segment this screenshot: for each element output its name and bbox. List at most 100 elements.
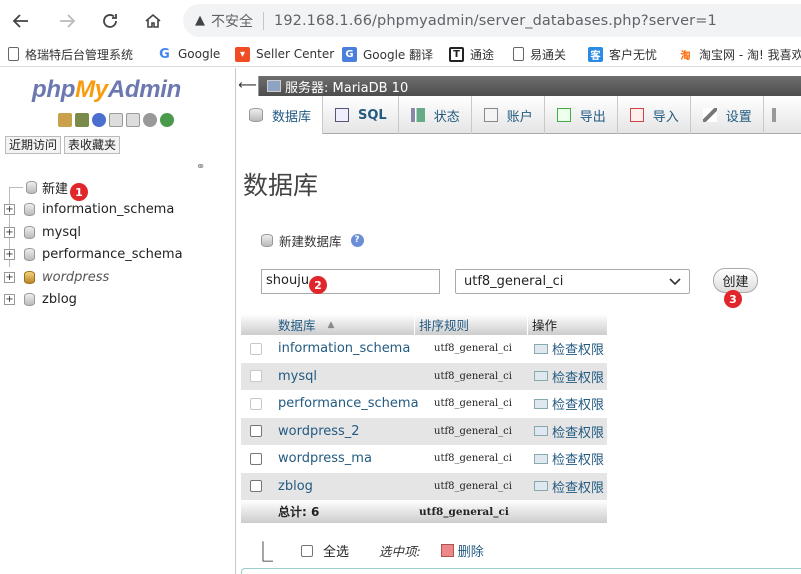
- tab-status[interactable]: 状态: [399, 96, 472, 134]
- tree-item-information-schema[interactable]: + information_schema: [0, 199, 236, 222]
- copy-icon[interactable]: [126, 113, 140, 127]
- recent-tab[interactable]: 近期访问: [5, 136, 62, 154]
- bookmark-label: 淘宝网 - 淘! 我喜欢: [699, 47, 801, 62]
- home-icon: [145, 13, 161, 28]
- database-name-input[interactable]: shouju: [261, 269, 440, 294]
- gear-icon[interactable]: [143, 113, 157, 127]
- back-button[interactable]: [8, 8, 34, 34]
- address-divider: [263, 11, 264, 30]
- address-bar[interactable]: ▲ 不安全 192.168.1.66/phpmyadmin/server_dat…: [183, 4, 801, 37]
- refresh-icon[interactable]: [160, 113, 174, 127]
- database-icon: [24, 293, 35, 307]
- reload-icon: [103, 14, 117, 28]
- help-icon[interactable]: [92, 113, 106, 127]
- page-title: 数据库: [243, 171, 319, 200]
- server-label[interactable]: 服务器: MariaDB 10: [285, 77, 408, 96]
- database-link[interactable]: mysql: [271, 369, 415, 384]
- total-count: 总计: 6: [278, 505, 320, 519]
- exit-icon[interactable]: [75, 113, 89, 127]
- expand-plus-icon[interactable]: +: [4, 204, 15, 216]
- row-checkbox[interactable]: [250, 425, 262, 438]
- database-icon: [249, 108, 263, 122]
- tree-item-mysql[interactable]: + mysql: [0, 221, 236, 244]
- check-privileges-link[interactable]: 检查权限: [528, 477, 607, 496]
- bookmark-item[interactable]: G Google: [157, 45, 220, 63]
- expand-plus-icon[interactable]: +: [4, 294, 15, 306]
- row-checkbox[interactable]: [250, 480, 262, 493]
- sql-icon: [335, 108, 350, 122]
- nav-quick-tabs: 近期访问 表收藏夹: [5, 136, 121, 154]
- select-all-label[interactable]: 全选: [323, 541, 349, 560]
- tab-settings[interactable]: 设置: [691, 96, 764, 134]
- bookmark-label: 易通关: [530, 47, 567, 62]
- table-row: wordpress_ma utf8_general_ci 检查权限: [241, 445, 607, 473]
- table-row: wordpress_2 utf8_general_ci 检查权限: [241, 417, 607, 445]
- check-privileges-link[interactable]: 检查权限: [528, 449, 607, 468]
- database-link[interactable]: wordpress_ma: [271, 451, 415, 466]
- database-link[interactable]: zblog: [271, 479, 415, 494]
- bookmark-item[interactable]: T 通途: [449, 45, 494, 63]
- create-button[interactable]: 创建: [713, 268, 758, 293]
- check-privileges-link[interactable]: 检查权限: [528, 367, 607, 386]
- check-privileges-link[interactable]: 检查权限: [528, 422, 607, 441]
- bookmark-item[interactable]: 易通关: [513, 45, 566, 63]
- home-icon[interactable]: [58, 113, 72, 127]
- row-checkbox: [250, 370, 262, 383]
- collapse-arrow-icon[interactable]: ⟵: [237, 76, 259, 96]
- tab-sql[interactable]: SQL: [323, 96, 399, 134]
- delete-button[interactable]: 删除: [440, 541, 484, 560]
- header-collation[interactable]: 排序规则: [415, 314, 528, 335]
- help-icon[interactable]: ?: [350, 234, 364, 247]
- tab-import[interactable]: 导入: [618, 96, 691, 134]
- server-icon: [267, 80, 281, 92]
- top-menu-tabs: 数据库 SQL 状态 账户 导出 导入 设置: [237, 96, 801, 134]
- bookmark-item[interactable]: G Google 翻译: [342, 45, 433, 63]
- header-database[interactable]: 数据库 ▲: [271, 314, 415, 335]
- bookmark-item[interactable]: 客 客户无忧: [588, 45, 657, 63]
- row-checkbox[interactable]: [250, 452, 262, 465]
- expand-plus-icon[interactable]: +: [4, 271, 15, 283]
- tab-export[interactable]: 导出: [545, 96, 618, 134]
- table-row: performance_schema utf8_general_ci 检查权限: [241, 390, 607, 418]
- database-link[interactable]: wordpress_2: [271, 424, 415, 439]
- bookmark-item[interactable]: 格瑞特后台管理系统: [8, 45, 133, 63]
- import-icon: [629, 108, 644, 122]
- privileges-icon: [534, 453, 548, 464]
- expand-plus-icon[interactable]: +: [4, 226, 15, 238]
- tree-label: mysql: [42, 224, 81, 240]
- database-link[interactable]: performance_schema: [271, 396, 419, 411]
- security-label: 不安全: [211, 13, 253, 30]
- reload-button[interactable]: [97, 8, 123, 34]
- tab-databases[interactable]: 数据库: [237, 96, 324, 134]
- forward-button[interactable]: [54, 8, 80, 34]
- favorites-tab[interactable]: 表收藏夹: [64, 136, 121, 154]
- database-link[interactable]: information_schema: [271, 341, 415, 356]
- header-action: 操作: [532, 318, 558, 333]
- docs-icon[interactable]: [109, 113, 123, 127]
- bookmark-label: Google 翻译: [363, 47, 434, 62]
- back-arrow-icon: [12, 14, 28, 28]
- google-icon: G: [159, 46, 170, 62]
- collation-cell: utf8_general_ci: [434, 425, 512, 437]
- tree-item-zblog[interactable]: + zblog: [0, 289, 236, 312]
- link-icon[interactable]: ⚭: [196, 160, 205, 173]
- check-privileges-link[interactable]: 检查权限: [528, 394, 607, 413]
- annotation-badge-1: 1: [70, 183, 88, 201]
- home-button[interactable]: [140, 8, 166, 34]
- tab-more[interactable]: [764, 96, 784, 134]
- collation-select[interactable]: utf8_general_ci: [455, 269, 690, 294]
- expand-plus-icon[interactable]: +: [4, 249, 15, 261]
- table-row: zblog utf8_general_ci 检查权限: [241, 472, 607, 500]
- tree-item-wordpress[interactable]: + wordpress: [0, 266, 236, 289]
- tree-item-performance-schema[interactable]: + performance_schema: [0, 244, 236, 267]
- bookmark-item[interactable]: 淘 淘宝网 - 淘! 我喜欢: [678, 45, 801, 63]
- table-row: mysql utf8_general_ci 检查权限: [241, 362, 607, 390]
- privileges-icon: [534, 426, 548, 437]
- bookmark-item[interactable]: ▾ Seller Center: [235, 45, 334, 63]
- check-privileges-link[interactable]: 检查权限: [528, 339, 607, 358]
- phpmyadmin-logo[interactable]: phpMyAdmin: [32, 76, 181, 104]
- tab-accounts[interactable]: 账户: [472, 96, 545, 134]
- tree-item-new[interactable]: 新建: [0, 176, 236, 199]
- privileges-icon: [534, 371, 548, 382]
- select-all-checkbox[interactable]: [301, 544, 313, 557]
